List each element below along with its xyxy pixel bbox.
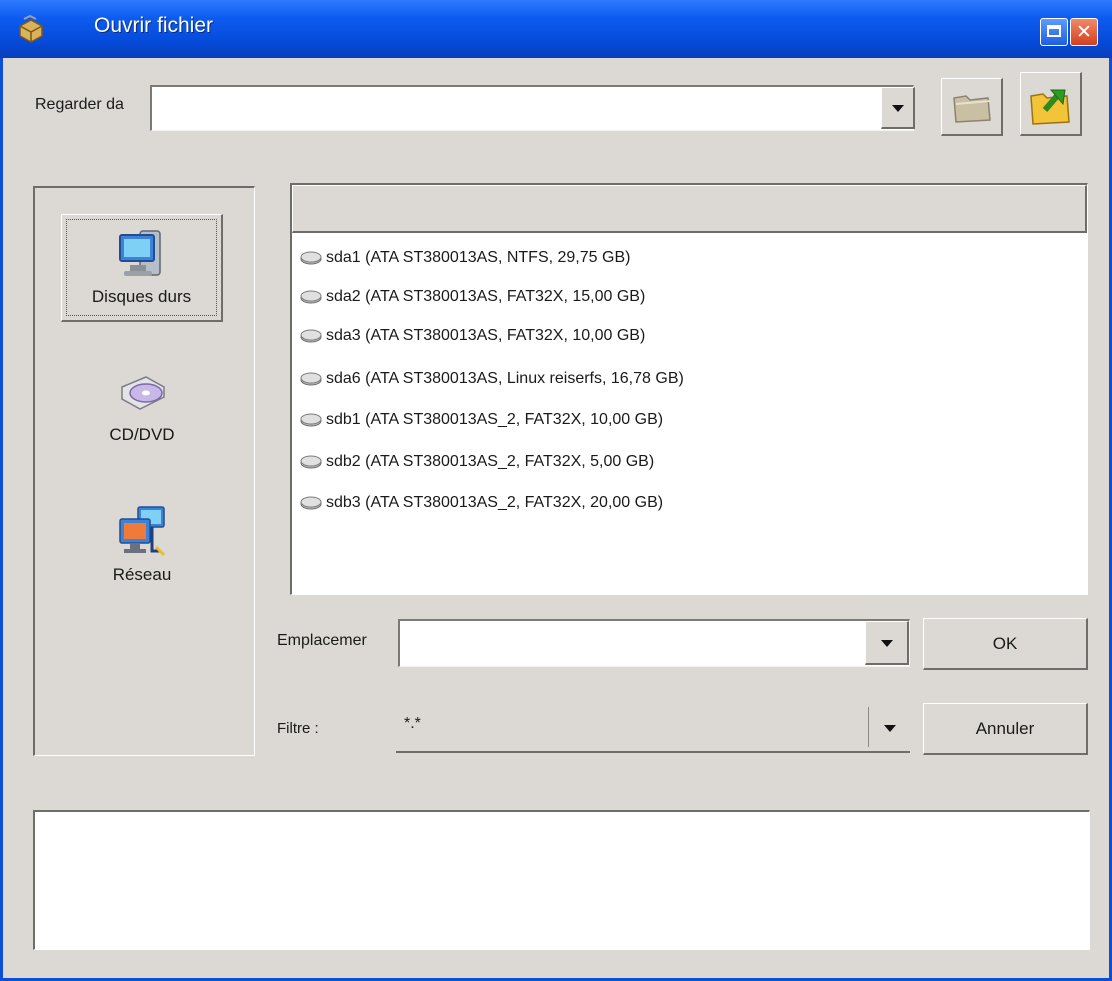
disk-icon: [300, 251, 322, 265]
folder-icon: [953, 95, 991, 123]
list-item[interactable]: sda2 (ATA ST380013AS, FAT32X, 15,00 GB): [300, 281, 645, 313]
place-cd-dvd[interactable]: CD/DVD: [61, 353, 223, 461]
network-icon: [119, 506, 166, 557]
file-name: sdb1 (ATA ST380013AS_2, FAT32X, 10,00 GB…: [326, 411, 664, 428]
places-sidebar: Disques durs CD/DVD Réseau: [33, 186, 255, 756]
place-label-hard-drives: Disques durs: [91, 287, 192, 306]
app-icon: [19, 14, 43, 43]
list-item[interactable]: sdb3 (ATA ST380013AS_2, FAT32X, 20,00 GB…: [300, 487, 663, 519]
look-in-label: Regarder da: [35, 96, 124, 113]
disk-icon: [300, 329, 322, 343]
disk-icon: [300, 413, 322, 427]
close-icon: ✕: [1076, 21, 1092, 43]
look-in-combo[interactable]: [150, 85, 914, 131]
file-name: sdb3 (ATA ST380013AS_2, FAT32X, 20,00 GB…: [326, 494, 664, 511]
chevron-down-icon: [891, 104, 904, 112]
file-name: sda2 (ATA ST380013AS, FAT32X, 15,00 GB): [326, 288, 646, 305]
disk-icon: [300, 372, 322, 386]
file-name: sdb2 (ATA ST380013AS_2, FAT32X, 5,00 GB): [326, 453, 655, 470]
chevron-down-icon: [880, 639, 893, 647]
parent-folder-button[interactable]: [1020, 72, 1082, 136]
file-list-header[interactable]: [292, 185, 1087, 233]
place-network[interactable]: Réseau: [61, 493, 223, 601]
folder-up-icon: [1030, 89, 1070, 125]
list-item[interactable]: sdb2 (ATA ST380013AS_2, FAT32X, 5,00 GB): [300, 446, 654, 478]
chevron-down-icon: [884, 725, 896, 732]
maximize-button[interactable]: [1040, 18, 1068, 46]
look-in-dropdown-button[interactable]: [881, 87, 915, 129]
title-bar[interactable]: Ouvrir fichier ✕: [0, 0, 1112, 58]
location-input[interactable]: [398, 619, 910, 667]
list-item[interactable]: sda3 (ATA ST380013AS, FAT32X, 10,00 GB): [300, 320, 645, 352]
place-label-cd-dvd: CD/DVD: [109, 425, 175, 444]
maximize-icon: [1047, 25, 1061, 37]
new-folder-button[interactable]: [941, 78, 1003, 136]
list-item[interactable]: sda1 (ATA ST380013AS, NTFS, 29,75 GB): [300, 242, 630, 274]
list-item[interactable]: sda6 (ATA ST380013AS, Linux reiserfs, 16…: [300, 363, 684, 395]
file-name: sda1 (ATA ST380013AS, NTFS, 29,75 GB): [326, 249, 631, 266]
file-name: sda3 (ATA ST380013AS, FAT32X, 10,00 GB): [326, 327, 646, 344]
open-file-dialog: Ouvrir fichier ✕ Regarder da Disques dur…: [0, 0, 1112, 981]
filter-label: Filtre :: [277, 720, 319, 737]
cd-dvd-icon: [121, 376, 165, 410]
filter-dropdown-button[interactable]: [872, 706, 908, 750]
list-item[interactable]: sdb1 (ATA ST380013AS_2, FAT32X, 10,00 GB…: [300, 404, 663, 436]
file-name: sda6 (ATA ST380013AS, Linux reiserfs, 16…: [326, 370, 684, 387]
disk-icon: [300, 290, 322, 304]
disk-icon: [300, 455, 322, 469]
location-label: Emplacemer: [277, 632, 367, 649]
close-button[interactable]: ✕: [1070, 18, 1098, 46]
disk-icon: [300, 496, 322, 510]
place-label-network: Réseau: [112, 565, 172, 584]
hard-drive-icon: [118, 230, 161, 276]
cancel-button[interactable]: Annuler: [923, 703, 1088, 755]
window-title: Ouvrir fichier: [94, 14, 214, 37]
file-list[interactable]: sda1 (ATA ST380013AS, NTFS, 29,75 GB) sd…: [290, 183, 1088, 595]
preview-area: [33, 810, 1090, 950]
location-dropdown-button[interactable]: [865, 621, 909, 665]
filter-combo[interactable]: *.*: [396, 703, 910, 753]
filter-value: *.*: [404, 715, 421, 732]
place-hard-drives[interactable]: Disques durs: [61, 214, 223, 322]
ok-button[interactable]: OK: [923, 618, 1088, 670]
